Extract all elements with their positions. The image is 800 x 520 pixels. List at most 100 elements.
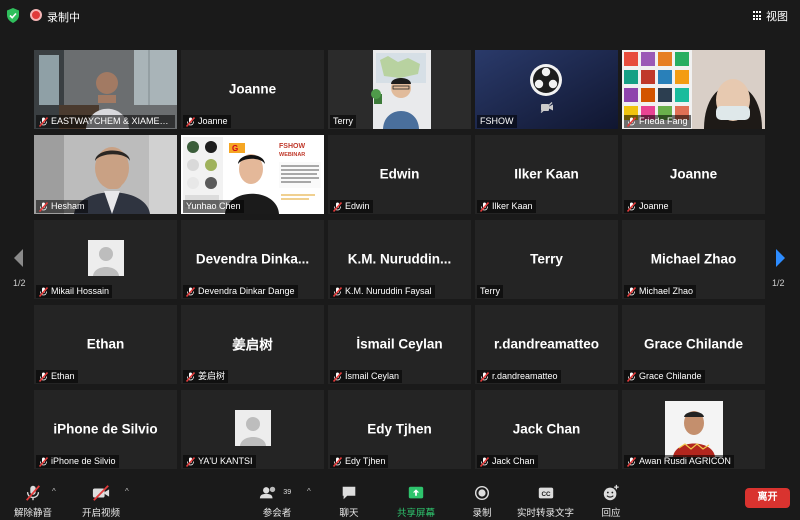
participant-name-label: Michael Zhao	[624, 285, 697, 298]
microphone-muted-icon	[39, 456, 48, 467]
participant-tile[interactable]: FSHOW	[475, 50, 618, 129]
participants-button[interactable]: 39 参会者	[257, 484, 297, 519]
participant-display-name: Grace Chilande	[643, 335, 744, 351]
participant-display-name: Ethan	[86, 335, 125, 351]
reactions-label: 回应	[601, 508, 621, 519]
default-avatar-icon	[87, 240, 124, 276]
participant-tile[interactable]: Edwin Edwin	[328, 135, 471, 214]
microphone-muted-icon	[627, 456, 636, 467]
participant-tile[interactable]: G FSHOW WEBINAR Yunhao Chen	[181, 135, 324, 214]
participants-count: 39	[283, 487, 291, 496]
recording-label: 录制中	[47, 12, 80, 24]
microphone-muted-icon	[480, 371, 489, 382]
top-bar: 录制中 视图	[0, 0, 800, 30]
participant-name-label: Ilker Kaan	[477, 200, 536, 213]
live-transcript-label: 实时转录文字	[517, 508, 575, 519]
participant-name-label: 姜启树	[183, 370, 229, 383]
microphone-muted-icon	[186, 286, 195, 297]
microphone-muted-icon	[39, 286, 48, 297]
participant-display-name: Jack Chan	[512, 420, 581, 436]
participant-tile[interactable]: iPhone de Silvio iPhone de Silvio	[34, 390, 177, 469]
participant-name-label: Ethan	[36, 370, 78, 383]
participant-tile[interactable]: Hesham	[34, 135, 177, 214]
participant-display-name: Terry	[530, 250, 563, 266]
participant-name-label: Awan Rusdi AGRICON	[624, 455, 734, 468]
participant-tile[interactable]: Grace Chilande Grace Chilande	[622, 305, 765, 384]
chat-label: 聊天	[339, 508, 359, 519]
participant-tile[interactable]: Frieda Fang	[622, 50, 765, 129]
profile-photo	[664, 401, 723, 457]
video-off-icon	[92, 485, 110, 501]
microphone-muted-icon	[333, 201, 342, 212]
participant-display-name: Edy Tjhen	[367, 420, 432, 436]
microphone-muted-icon	[39, 116, 48, 127]
participant-tile[interactable]: r.dandreamatteo r.dandreamatteo	[475, 305, 618, 384]
chat-button[interactable]: 聊天	[339, 484, 359, 519]
microphone-muted-icon	[333, 456, 342, 467]
leave-button[interactable]: 离开	[745, 488, 790, 508]
participant-tile[interactable]: Ethan Ethan	[34, 305, 177, 384]
participant-tile[interactable]: EASTWAYCHEM & XIAMEN ...	[34, 50, 177, 129]
audio-options-caret-icon[interactable]: ^	[52, 487, 56, 496]
participant-name-label: Edwin	[330, 200, 373, 213]
participant-display-name: Joanne	[669, 165, 718, 181]
participant-name-label: Yunhao Chen	[183, 200, 244, 213]
participant-tile[interactable]: Ilker Kaan Ilker Kaan	[475, 135, 618, 214]
participant-tile[interactable]: Michael Zhao Michael Zhao	[622, 220, 765, 299]
previous-page-arrow-icon[interactable]	[12, 248, 24, 268]
participant-tile[interactable]: Joanne Joanne	[181, 50, 324, 129]
participant-tile[interactable]: Mikail Hossain	[34, 220, 177, 299]
participant-name-label: YA'U KANTSI	[183, 455, 256, 468]
start-video-label: 开启视频	[82, 508, 121, 519]
participant-tile[interactable]: Devendra Dinka... Devendra Dinkar Dange	[181, 220, 324, 299]
microphone-muted-icon	[186, 371, 195, 382]
shield-icon[interactable]	[6, 8, 20, 23]
grid-view-icon	[753, 11, 763, 21]
live-transcript-button[interactable]: CC 实时转录文字	[517, 484, 574, 519]
participant-tile[interactable]: K.M. Nuruddin... K.M. Nuruddin Faysal	[328, 220, 471, 299]
participant-tile[interactable]: Awan Rusdi AGRICON	[622, 390, 765, 469]
unmute-button[interactable]: 解除静音	[14, 484, 52, 519]
default-avatar-icon	[234, 410, 271, 446]
participant-name-label: Joanne	[183, 115, 231, 128]
participant-name-label: Mikail Hossain	[36, 285, 113, 298]
participant-display-name: Edwin	[379, 165, 420, 181]
camera-off-icon	[540, 102, 553, 113]
share-screen-button[interactable]: 共享屏幕	[397, 484, 435, 519]
participant-display-name: r.dandreamatteo	[493, 335, 600, 351]
next-page-arrow-icon[interactable]	[775, 248, 787, 268]
page-indicator-left: 1/2	[13, 278, 26, 288]
cc-text: CC	[541, 491, 551, 498]
participant-tile[interactable]: Joanne Joanne	[622, 135, 765, 214]
reactions-button[interactable]: 回应	[601, 484, 621, 519]
participant-display-name: Joanne	[228, 80, 277, 96]
share-screen-label: 共享屏幕	[397, 508, 436, 519]
microphone-muted-icon	[627, 371, 636, 382]
video-options-caret-icon[interactable]: ^	[125, 487, 129, 496]
participant-tile[interactable]: Terry	[328, 50, 471, 129]
participant-tile[interactable]: Edy Tjhen Edy Tjhen	[328, 390, 471, 469]
page-indicator-right: 1/2	[772, 278, 785, 288]
participant-tile[interactable]: Terry Terry	[475, 220, 618, 299]
recording-icon[interactable]	[30, 9, 42, 21]
participant-name-label: EASTWAYCHEM & XIAMEN ...	[36, 115, 175, 128]
participant-name-label: Hesham	[36, 200, 88, 213]
participant-name-label: Jack Chan	[477, 455, 538, 468]
record-button[interactable]: 录制	[472, 484, 492, 519]
participant-display-name: 姜启树	[232, 336, 273, 352]
start-video-button[interactable]: 开启视频	[82, 484, 120, 519]
participant-name-label: Joanne	[624, 200, 672, 213]
microphone-muted-icon	[333, 286, 342, 297]
view-button[interactable]: 视图	[753, 8, 788, 24]
participant-tile[interactable]: Jack Chan Jack Chan	[475, 390, 618, 469]
participant-display-name: iPhone de Silvio	[53, 420, 158, 436]
participant-name-label: İsmail Ceylan	[330, 370, 403, 383]
participant-tile[interactable]: İsmail Ceylan İsmail Ceylan	[328, 305, 471, 384]
participants-options-caret-icon[interactable]: ^	[307, 487, 311, 496]
participant-tile[interactable]: 姜启树 姜启树	[181, 305, 324, 384]
participant-name-label: Grace Chilande	[624, 370, 705, 383]
participant-tile[interactable]: YA'U KANTSI	[181, 390, 324, 469]
microphone-muted-icon	[480, 201, 489, 212]
webinar-brand-left: G	[232, 144, 238, 153]
microphone-muted-icon	[627, 201, 636, 212]
